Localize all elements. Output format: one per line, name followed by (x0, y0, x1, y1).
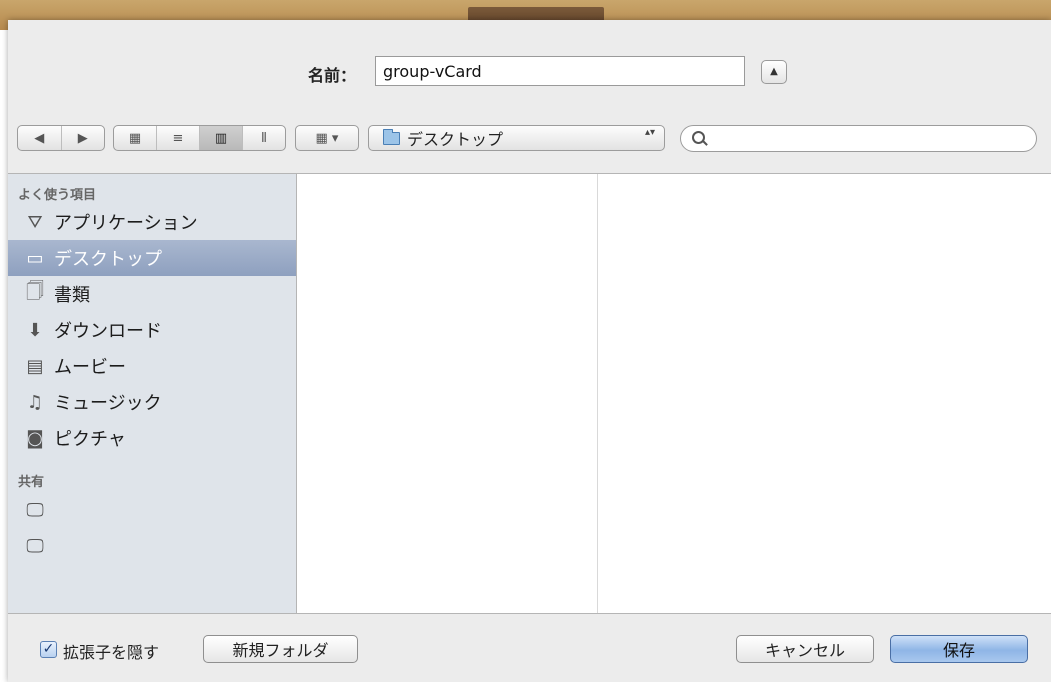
shared-computer-item[interactable]: 🖵 (8, 492, 296, 528)
coverflow-view-icon: ⦀ (261, 130, 267, 146)
view-mode-control: ▦ ≡ ▥ ⦀ (113, 125, 286, 151)
arrange-icon: ▦ ▾ (315, 130, 339, 146)
filename-input[interactable] (375, 56, 745, 86)
sidebar-item-label: ピクチャ (54, 429, 126, 450)
search-field[interactable] (680, 125, 1037, 152)
hide-extension-checkbox[interactable]: ✓ (40, 641, 57, 658)
computer-icon: 🖵 (26, 499, 44, 521)
popup-arrows-icon: ▴▾ (644, 127, 655, 138)
checkmark-icon: ✓ (42, 641, 55, 657)
sidebar-item[interactable]: ⛛ アプリケーション (8, 204, 296, 240)
sidebar-item[interactable]: ♫ ミュージック (8, 384, 296, 420)
browser-bottom-divider (8, 613, 1051, 614)
sidebar-item[interactable]: ▤ ムービー (8, 348, 296, 384)
computer-icon: 🖵 (26, 535, 44, 557)
sidebar-item[interactable]: ◙ ピクチャ (8, 420, 296, 456)
sidebar-item-label: アプリケーション (54, 213, 198, 234)
music-icon: ♫ (26, 391, 44, 413)
cancel-button-label: キャンセル (764, 641, 845, 660)
back-arrow-icon: ◀ (34, 130, 45, 146)
sidebar-item[interactable]: ⬇ ダウンロード (8, 312, 296, 348)
icon-view-icon: ▦ (128, 130, 142, 146)
sidebar-item-label: デスクトップ (54, 249, 162, 270)
pictures-icon: ◙ (26, 427, 44, 449)
expand-dialog-button[interactable]: ▲ (761, 60, 787, 84)
list-view-icon: ≡ (172, 130, 184, 146)
folder-icon (383, 128, 400, 145)
sidebar-item-label: 書類 (54, 285, 90, 306)
cancel-button[interactable]: キャンセル (736, 635, 874, 663)
sidebar-item[interactable]: ▭ デスクトップ (8, 240, 296, 276)
icon-view-button[interactable]: ▦ (114, 126, 157, 150)
browser-column-1[interactable] (297, 174, 598, 613)
search-icon (692, 131, 705, 144)
shared-computer-item[interactable]: 🖵 (8, 528, 296, 564)
downloads-icon: ⬇ (27, 319, 43, 341)
search-input[interactable] (711, 129, 1015, 150)
sidebar-item-label: ダウンロード (54, 321, 162, 342)
forward-button[interactable]: ▶ (62, 126, 105, 150)
save-button-label: 保存 (942, 641, 975, 660)
new-folder-button[interactable]: 新規フォルダ (203, 635, 358, 663)
shared-header: 共有 (18, 475, 45, 490)
hide-extension-label: 拡張子を隠す (63, 643, 160, 662)
sidebar-item-label: ムービー (54, 357, 126, 378)
documents-icon: 🗍 (26, 281, 44, 302)
arrange-button[interactable]: ▦ ▾ (295, 125, 359, 151)
browser-column-2[interactable] (598, 174, 1051, 613)
sidebar-item[interactable]: 🗍 書類 (8, 276, 296, 312)
back-forward-control: ◀ ▶ (17, 125, 105, 151)
list-view-button[interactable]: ≡ (157, 126, 200, 150)
movies-icon: ▤ (26, 355, 44, 377)
column-view-icon: ▥ (214, 130, 228, 146)
location-label: デスクトップ (407, 130, 504, 149)
forward-arrow-icon: ▶ (77, 130, 88, 146)
desktop-icon: ▭ (26, 247, 44, 269)
sidebar-item-label: ミュージック (54, 393, 162, 414)
column-view-button[interactable]: ▥ (200, 126, 243, 150)
new-folder-button-label: 新規フォルダ (232, 641, 329, 660)
favorites-header: よく使う項目 (18, 188, 97, 203)
location-popup[interactable]: デスクトップ ▴▾ (368, 125, 665, 151)
back-button[interactable]: ◀ (18, 126, 62, 150)
sidebar: よく使う項目 共有 ⛛ アプリケーション ▭ デスクトップ 🗍 書類 ⬇ ダウンロード ▤ ムービ… (8, 174, 297, 613)
save-button[interactable]: 保存 (890, 635, 1028, 663)
applications-icon: ⛛ (27, 211, 43, 233)
chevron-up-icon: ▲ (770, 66, 778, 77)
coverflow-view-button[interactable]: ⦀ (243, 126, 285, 150)
filename-label: 名前： (308, 66, 357, 85)
